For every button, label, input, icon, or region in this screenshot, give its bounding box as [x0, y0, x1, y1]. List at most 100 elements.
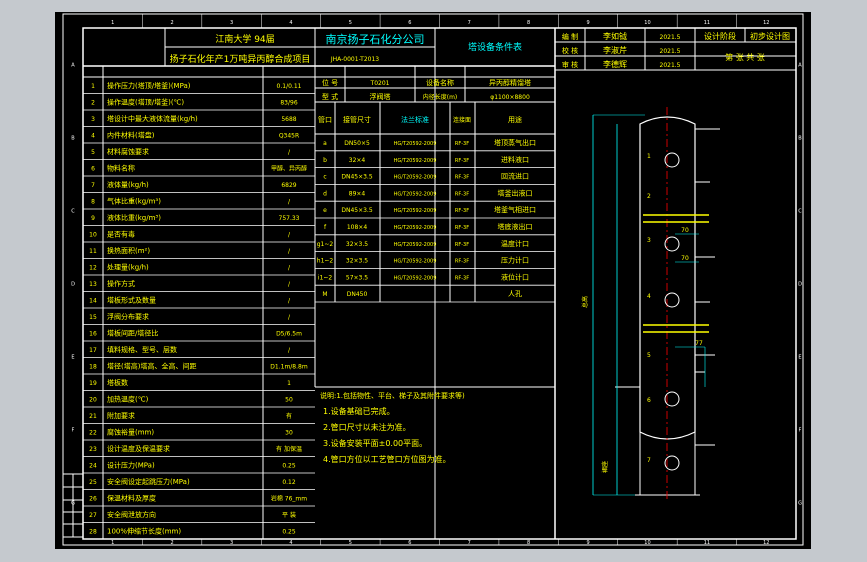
frame-row-right: F [799, 428, 802, 434]
param-value: 30 [285, 430, 293, 437]
frame-col-bottom: 2 [171, 540, 174, 546]
param-label: 设计温度及保温要求 [107, 444, 170, 453]
nozzle-id: f [324, 224, 327, 231]
param-label: 材料腐蚀要求 [107, 147, 149, 156]
tower-label-4: 4 [647, 293, 651, 300]
param-no: 7 [91, 182, 95, 189]
sign-name-1: 李如钺 [603, 31, 627, 41]
nozzle-id: i1~2 [318, 274, 333, 281]
revision-boxes [62, 473, 84, 538]
param-label: 设计压力(MPa) [107, 461, 155, 470]
nozzle-face: RF-3F [455, 175, 469, 181]
drawing-sheet[interactable]: 1 1 2 2 3 3 4 4 5 5 6 6 7 7 8 8 9 9 10 10 11 11 12 12 A A B B C C D D E E… [55, 12, 811, 549]
param-label: 附加要求 [107, 411, 135, 420]
param-value: / [288, 232, 291, 239]
nozzle-size: DN450 [347, 291, 368, 298]
nozzle-use: 塔釜气相进口 [494, 205, 536, 214]
nozzle-id: a [323, 140, 327, 147]
param-no: 19 [89, 380, 97, 387]
nozzle-size: DN45×3.5 [341, 174, 372, 181]
note-line-2: 2.管口尺寸以未注为准。 [323, 422, 411, 432]
frame-col-top: 1 [111, 20, 114, 26]
nozzle-size: 32×4 [349, 157, 366, 164]
param-label: 换热面积(m²) [107, 246, 150, 255]
frame-row-right: D [798, 282, 802, 288]
param-value: 83/96 [280, 100, 297, 107]
nozzle-use: 压力计口 [501, 256, 529, 265]
param-no: 9 [91, 215, 95, 222]
param-label: 腐蚀裕量(mm) [107, 428, 154, 437]
param-label: 气体比重(kg/m³) [107, 197, 161, 206]
param-no: 6 [91, 166, 95, 173]
nozzle-size: 32×3.5 [346, 258, 368, 265]
param-no: 4 [91, 133, 95, 140]
param-no: 28 [89, 529, 97, 536]
frame-col-bottom: 4 [289, 540, 292, 546]
param-value: 岩棉 76_mm [271, 495, 307, 503]
project-text: 扬子石化年产1万吨异丙醇合成项目 [170, 53, 311, 65]
nozzle-header-size: 接管尺寸 [343, 115, 371, 124]
param-value: 757.33 [279, 215, 300, 222]
param-value: 50 [285, 397, 293, 404]
frame-col-bottom: 8 [527, 540, 530, 546]
param-label: 塔板数 [107, 378, 128, 387]
nozzle-header-use: 用途 [508, 115, 522, 124]
frame-col-bottom: 10 [644, 540, 650, 546]
nozzle-std: HG/T20592-2009 [394, 191, 437, 197]
param-label: 100%伸缩节长度(mm) [107, 527, 181, 536]
sign-role-1: 编 制 [562, 32, 578, 41]
drawing-no: JHA-0001-T2013 [330, 56, 379, 63]
frame-col-top: 10 [644, 20, 650, 26]
nozzle-use: 进料液口 [501, 155, 529, 164]
frame-col-bottom: 1 [111, 540, 114, 546]
param-label: 安全阀泄放方向 [107, 510, 156, 519]
param-value: 6829 [281, 182, 296, 189]
frame-col-top: 4 [289, 20, 292, 26]
param-value: 甲醇、异丙醇 [271, 165, 307, 173]
tower-label-3: 3 [647, 237, 651, 244]
tower-label-1: 1 [647, 153, 651, 160]
sign-date-2: 2021.5 [660, 48, 681, 55]
sign-date-3: 2021.5 [660, 62, 681, 69]
nozzle-header-face: 连接面 [453, 116, 471, 124]
param-label: 加热温度(℃) [107, 395, 149, 404]
cad-viewport[interactable]: 1 1 2 2 3 3 4 4 5 5 6 6 7 7 8 8 9 9 10 10 11 11 12 12 A A B B C C D D E E… [0, 0, 867, 562]
nozzle-size: DN45×3.5 [341, 207, 372, 214]
nozzle-std: HG/T20592-2009 [394, 259, 437, 265]
param-label: 浮阀分布要求 [107, 312, 149, 321]
param-value: 平 装 [282, 511, 296, 519]
stage-value: 初步设计图 [750, 31, 790, 41]
position-label: 位 号 [322, 78, 338, 87]
frame-col-bottom: 6 [408, 540, 411, 546]
tower-label-6: 6 [647, 397, 651, 404]
nozzle-size: DN50×5 [344, 140, 370, 147]
frame-row-left: C [71, 209, 75, 215]
frame-col-bottom: 5 [349, 540, 352, 546]
tower-label-5: 5 [647, 352, 651, 359]
frame-col-bottom: 3 [230, 540, 233, 546]
dim-label-2: 70 [681, 255, 689, 262]
param-value: 0.25 [282, 463, 296, 470]
type-value: 浮阀塔 [370, 92, 391, 101]
param-value: / [288, 199, 291, 206]
frame-col-top: 6 [408, 20, 411, 26]
param-label: 填料规格、型号、层数 [107, 345, 177, 354]
param-no: 20 [89, 397, 97, 404]
dim-label-1: 70 [681, 227, 689, 234]
frame-row-left: F [72, 428, 75, 434]
param-value: Q345R [279, 133, 299, 140]
param-no: 3 [91, 116, 95, 123]
sign-role-2: 校 核 [562, 46, 578, 55]
frame-col-bottom: 7 [468, 540, 471, 546]
drawing-svg: 112233445566778899101011111212A AB BC CD DE E… [62, 13, 804, 546]
frame-col-top: 5 [349, 20, 352, 26]
nozzle-header-std: 法兰标准 [401, 115, 429, 124]
nozzle-std: HG/T20592-2009 [394, 275, 437, 281]
nozzle-id: h1~2 [317, 258, 334, 265]
param-value: D5/6.5m [276, 331, 302, 338]
param-no: 5 [91, 149, 95, 156]
nozzle-use: 回流进口 [501, 172, 529, 181]
param-value: / [288, 298, 291, 305]
param-no: 8 [91, 199, 95, 206]
nozzle-face: RF-3F [455, 191, 469, 197]
